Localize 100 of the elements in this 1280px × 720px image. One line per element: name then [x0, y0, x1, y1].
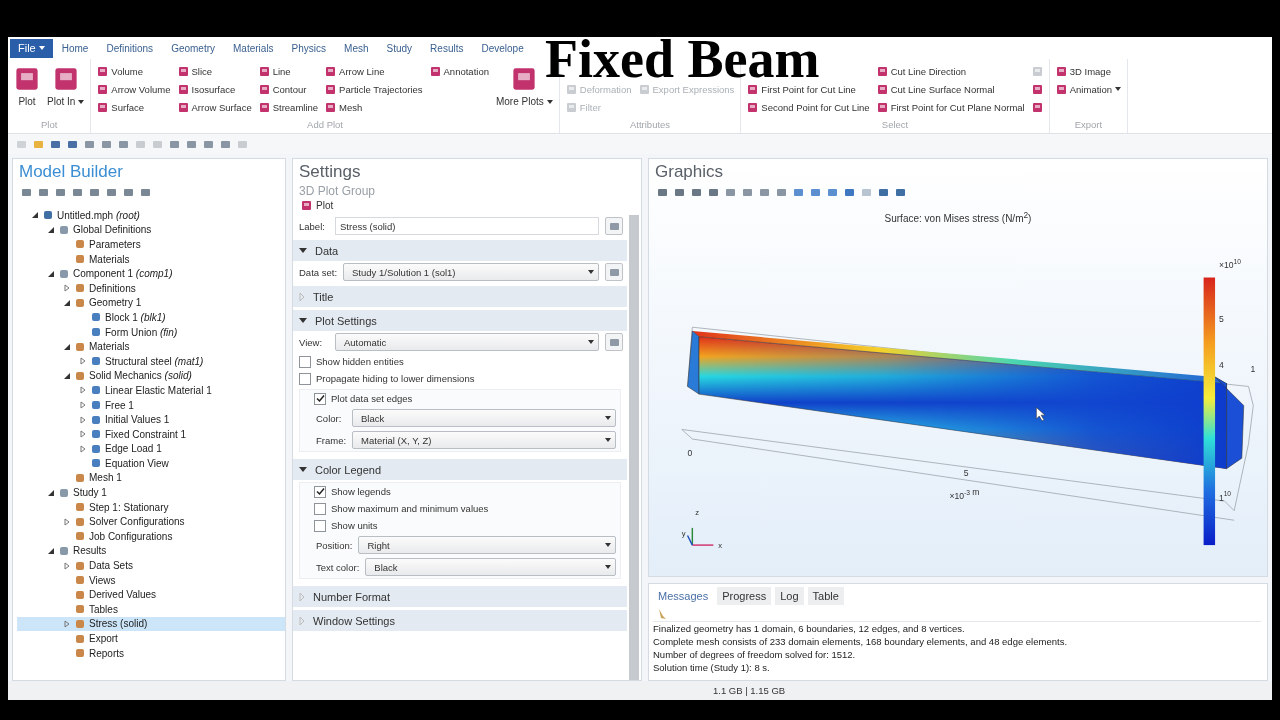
collapsed-arrow-icon[interactable] — [63, 561, 71, 570]
ribbon-tab[interactable]: Develope — [472, 42, 533, 54]
tool-icon[interactable] — [674, 186, 685, 198]
dropdown[interactable]: Right — [358, 536, 616, 554]
tree-item[interactable]: Fixed Constraint 1 — [17, 426, 285, 442]
ribbon-button[interactable]: Arrow Volume — [97, 80, 171, 98]
section-header[interactable]: Window Settings — [293, 610, 627, 631]
ribbon-button[interactable]: Particle Trajectories — [325, 80, 423, 98]
tool-icon[interactable] — [106, 186, 117, 198]
broom-icon[interactable] — [657, 608, 667, 620]
tool-icon[interactable] — [123, 186, 134, 198]
ribbon-tab[interactable]: Results — [421, 42, 473, 54]
label-field[interactable]: Stress (solid) — [335, 217, 599, 235]
tree-item[interactable]: Block 1 (blk1) — [17, 310, 285, 325]
tree-item[interactable]: Equation View — [17, 456, 285, 471]
tool-icon[interactable] — [220, 138, 231, 150]
tool-icon[interactable] — [776, 186, 787, 198]
tree-item[interactable]: Mesh 1 — [17, 470, 285, 486]
tool-icon[interactable] — [140, 186, 151, 198]
tool-icon[interactable] — [742, 186, 753, 198]
ribbon-button[interactable]: Plot — [14, 62, 40, 119]
expanded-arrow-icon[interactable] — [63, 371, 71, 380]
tree-item[interactable]: Form Union (fin) — [17, 324, 285, 340]
section-header[interactable]: Data — [293, 240, 627, 261]
section-header[interactable]: Plot Settings — [293, 310, 627, 331]
collapsed-arrow-icon[interactable] — [79, 430, 87, 439]
checkbox[interactable] — [314, 502, 326, 515]
ribbon-button[interactable]: First Point for Cut Line — [747, 80, 870, 98]
ribbon-button[interactable]: 3D Image — [1055, 62, 1121, 80]
ribbon-button[interactable]: Streamline — [258, 98, 319, 116]
tool-icon[interactable] — [657, 186, 668, 198]
ribbon-tab[interactable]: Physics — [282, 42, 336, 54]
panel-tab[interactable]: Log — [775, 587, 804, 605]
tool-icon[interactable] — [878, 186, 889, 198]
expanded-arrow-icon[interactable] — [31, 211, 39, 220]
tool-icon[interactable] — [725, 186, 736, 198]
tree-item[interactable]: Global Definitions — [17, 222, 285, 238]
section-header[interactable]: Number Format — [293, 586, 627, 607]
collapsed-arrow-icon[interactable] — [63, 619, 71, 628]
tool-icon[interactable] — [827, 186, 838, 198]
dropdown[interactable]: Study 1/Solution 1 (sol1) — [343, 263, 599, 281]
panel-tab[interactable]: Progress — [717, 587, 772, 605]
expanded-arrow-icon[interactable] — [63, 298, 71, 307]
ribbon-button[interactable]: Plot In — [47, 62, 85, 119]
ribbon-button[interactable]: Cut Line Surface Normal — [876, 80, 1025, 98]
tree-item[interactable]: Step 1: Stationary — [17, 499, 285, 515]
ribbon-tab[interactable]: Materials — [224, 42, 283, 54]
tool-icon[interactable] — [50, 138, 61, 150]
expanded-arrow-icon[interactable] — [47, 488, 55, 497]
dropdown[interactable]: Automatic — [335, 333, 599, 351]
tool-icon[interactable] — [21, 186, 32, 198]
tree-item[interactable]: Data Sets — [17, 558, 285, 573]
tool-icon[interactable] — [55, 186, 66, 198]
tool-icon[interactable] — [186, 138, 197, 150]
tree-item[interactable]: Solver Configurations — [17, 514, 285, 530]
tool-icon[interactable] — [72, 186, 83, 198]
tool-icon[interactable] — [810, 186, 821, 198]
ribbon-button[interactable]: Cut Line Direction — [876, 62, 1025, 80]
scrollbar[interactable] — [629, 215, 639, 680]
tool-icon[interactable] — [84, 138, 95, 150]
dropdown[interactable]: Black — [352, 409, 616, 427]
tree-item[interactable]: Initial Values 1 — [17, 412, 285, 427]
ribbon-button[interactable]: Animation — [1055, 80, 1121, 98]
tool-icon[interactable] — [169, 138, 180, 150]
tree-item[interactable]: Untitled.mph (root) — [17, 208, 285, 223]
collapsed-arrow-icon[interactable] — [79, 444, 87, 453]
ribbon-button[interactable]: Isosurface — [177, 80, 252, 98]
checkbox[interactable] — [299, 355, 311, 368]
tree-item[interactable]: Parameters — [17, 237, 285, 252]
ribbon-button[interactable]: Mesh — [325, 98, 423, 116]
dropdown[interactable]: Black — [365, 558, 616, 576]
ribbon-button[interactable]: Second Point for Cut Line — [747, 98, 870, 116]
tree-item[interactable]: Definitions — [17, 280, 285, 296]
section-header[interactable]: Color Legend — [293, 459, 627, 480]
plot-button[interactable]: Plot — [299, 200, 336, 211]
ribbon-tab[interactable]: Home — [52, 42, 98, 54]
ribbon-button[interactable]: Contour — [258, 80, 319, 98]
tree-item[interactable]: Structural steel (mat1) — [17, 353, 285, 369]
ribbon-tab[interactable]: Mesh — [335, 42, 378, 54]
tool-icon[interactable] — [793, 186, 804, 198]
collapsed-arrow-icon[interactable] — [63, 284, 71, 293]
tree-item[interactable]: Tables — [17, 602, 285, 617]
collapsed-arrow-icon[interactable] — [79, 357, 87, 366]
tree-item[interactable]: Reports — [17, 645, 285, 661]
collapsed-arrow-icon[interactable] — [79, 401, 87, 409]
tree-item[interactable]: Views — [17, 572, 285, 588]
tree-item[interactable]: Stress (solid) — [17, 616, 285, 632]
tool-icon[interactable] — [38, 186, 49, 198]
tree-item[interactable]: Materials — [17, 251, 285, 267]
tree-item[interactable]: Edge Load 1 — [17, 441, 285, 457]
ribbon-tab[interactable]: Geometry — [162, 42, 225, 54]
checkbox[interactable] — [314, 485, 326, 498]
tool-icon[interactable] — [203, 138, 214, 150]
ribbon-button[interactable]: Surface — [97, 98, 171, 116]
checkbox[interactable] — [314, 519, 326, 532]
tree-item[interactable]: Study 1 — [17, 485, 285, 500]
checkbox[interactable] — [314, 392, 326, 405]
tree-item[interactable]: Linear Elastic Material 1 — [17, 383, 285, 398]
file-menu-button[interactable]: File — [10, 38, 53, 58]
panel-tab[interactable]: Table — [807, 587, 844, 605]
